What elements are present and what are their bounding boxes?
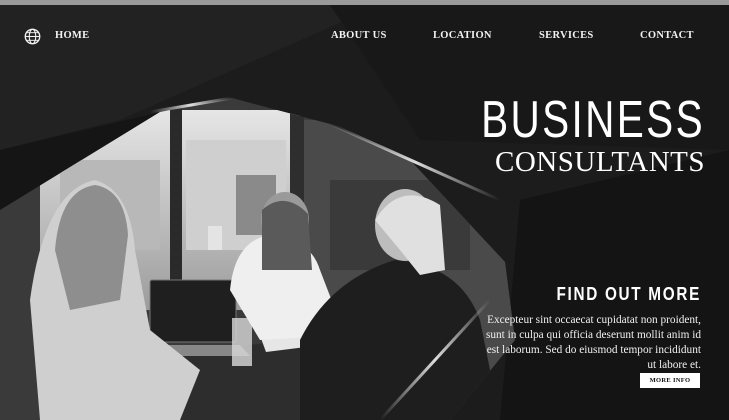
hero-title: BUSINESS CONSULTANTS [418, 93, 705, 177]
globe-icon[interactable] [24, 28, 41, 45]
nav-location-link[interactable]: LOCATION [433, 30, 492, 41]
hero-title-line1: BUSINESS [481, 91, 705, 149]
cta-section: FIND OUT MORE Excepteur sint occaecat cu… [481, 284, 701, 373]
top-nav: HOME ABOUT US LOCATION SERVICES CONTACT [0, 24, 729, 48]
hero-title-line2: CONSULTANTS [495, 146, 705, 178]
nav-home-link[interactable]: HOME [55, 30, 89, 41]
nav-services-link[interactable]: SERVICES [539, 30, 594, 41]
cta-body-text: Excepteur sint occaecat cupidatat non pr… [485, 314, 701, 371]
more-info-button[interactable]: MORE INFO [640, 373, 700, 388]
landing-page: HOME ABOUT US LOCATION SERVICES CONTACT … [0, 0, 729, 420]
nav-about-link[interactable]: ABOUT US [331, 30, 387, 41]
cta-heading: FIND OUT MORE [556, 284, 701, 304]
nav-contact-link[interactable]: CONTACT [640, 30, 694, 41]
